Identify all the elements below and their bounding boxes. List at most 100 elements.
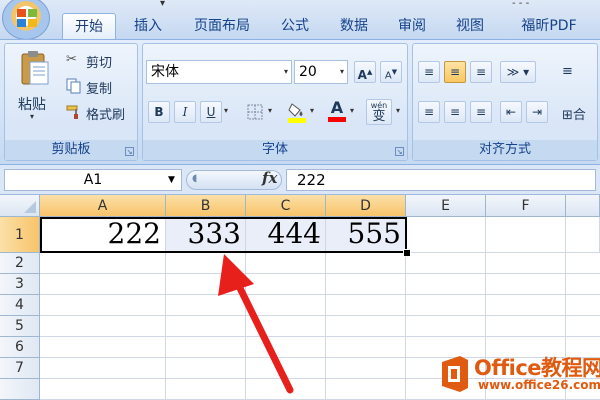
insert-function-icon[interactable]: fx: [262, 169, 277, 187]
orientation-icon: ≫ ▾: [506, 65, 530, 79]
font-color-label: A: [330, 98, 344, 117]
phonetic-char: 变: [372, 109, 386, 124]
borders-dropdown-icon[interactable]: ▾: [268, 106, 272, 115]
decrease-indent-icon: ⇤: [505, 105, 517, 119]
bold-button[interactable]: B: [148, 101, 170, 123]
cut-button[interactable]: 剪切: [86, 52, 112, 71]
chevron-down-icon: ▾: [283, 67, 288, 76]
font-color-button[interactable]: A: [326, 98, 348, 124]
column-header-f[interactable]: F: [486, 195, 566, 217]
tab-page-layout[interactable]: 页面布局: [184, 13, 260, 39]
format-painter-icon[interactable]: [66, 104, 82, 120]
cell-a1[interactable]: 222: [40, 217, 166, 253]
column-header-d[interactable]: D: [326, 195, 406, 217]
font-color-dropdown-icon[interactable]: ▾: [350, 106, 354, 115]
wrap-text-icon[interactable]: ≡: [562, 64, 573, 79]
row-header-1[interactable]: 1: [0, 217, 40, 253]
paste-button[interactable]: 粘贴: [18, 94, 46, 114]
tab-formulas[interactable]: 公式: [272, 13, 318, 39]
cell-e1[interactable]: [406, 217, 486, 253]
column-header-b[interactable]: B: [166, 195, 246, 217]
clipboard-launcher-icon[interactable]: ↘: [125, 147, 134, 156]
font-name-value: 宋体: [151, 64, 179, 80]
align-right-icon: ≡: [475, 105, 487, 119]
cell-g1[interactable]: [566, 217, 600, 253]
underline-button[interactable]: U: [200, 101, 222, 123]
fill-color-icon[interactable]: [286, 100, 308, 124]
tab-insert[interactable]: 插入: [124, 13, 172, 39]
align-middle-button[interactable]: ≡: [444, 61, 466, 83]
row-header-2[interactable]: 2: [0, 253, 40, 274]
select-all-corner[interactable]: [0, 195, 40, 217]
grow-font-button[interactable]: A▲: [354, 61, 376, 83]
tab-home[interactable]: 开始: [62, 13, 116, 39]
align-center-icon: ≡: [449, 105, 461, 119]
row-header-6[interactable]: 6: [0, 337, 40, 358]
name-box-dropdown-icon[interactable]: ▼: [168, 175, 175, 185]
merge-icon: ⊞: [562, 108, 573, 123]
grow-font-label: A: [357, 68, 367, 82]
cell-d1[interactable]: 555: [326, 217, 406, 253]
chevron-down-icon: ▾: [339, 67, 344, 76]
watermark: Office教程网 www.office26.com: [438, 348, 600, 400]
cut-icon[interactable]: ✂: [66, 52, 82, 68]
shrink-font-button[interactable]: A▼: [380, 61, 402, 83]
phonetic-dropdown-icon[interactable]: ▾: [396, 106, 400, 115]
watermark-url: www.office26.com: [478, 378, 600, 392]
name-box[interactable]: A1: [4, 169, 182, 191]
decrease-indent-button[interactable]: ⇤: [500, 101, 522, 123]
align-middle-icon: ≡: [449, 65, 461, 79]
column-header-e[interactable]: E: [406, 195, 486, 217]
align-top-icon: ≡: [423, 65, 435, 79]
align-right-button[interactable]: ≡: [470, 101, 492, 123]
font-color-swatch: [328, 117, 346, 122]
phonetic-button[interactable]: wén 变: [366, 99, 392, 125]
office-watermark-logo-icon: [442, 356, 468, 392]
underline-dropdown-icon[interactable]: ▾: [224, 106, 228, 115]
cell-f1[interactable]: [486, 217, 566, 253]
format-painter-button[interactable]: 格式刷: [86, 104, 125, 123]
row-header-8[interactable]: [0, 379, 40, 400]
formula-input[interactable]: 222: [286, 169, 596, 191]
italic-button[interactable]: I: [174, 101, 196, 123]
fill-color-dropdown-icon[interactable]: ▾: [310, 106, 314, 115]
paste-icon[interactable]: [20, 50, 50, 88]
tab-foxit-pdf[interactable]: 福昕PDF: [504, 13, 594, 39]
paste-dropdown-icon[interactable]: ▾: [30, 112, 34, 121]
increase-indent-button[interactable]: ⇥: [526, 101, 548, 123]
font-name-select[interactable]: 宋体 ▾: [146, 60, 292, 84]
align-top-button[interactable]: ≡: [418, 61, 440, 83]
align-bottom-icon: ≡: [475, 65, 487, 79]
merge-center-button[interactable]: ⊞合: [562, 104, 598, 123]
row-header-5[interactable]: 5: [0, 316, 40, 337]
orientation-button[interactable]: ≫ ▾: [500, 61, 536, 83]
borders-icon[interactable]: [244, 101, 266, 123]
align-bottom-button[interactable]: ≡: [470, 61, 492, 83]
align-left-button[interactable]: ≡: [418, 101, 440, 123]
quick-access-dropdown[interactable]: ▾: [160, 0, 174, 9]
row-header-7[interactable]: 7: [0, 358, 40, 379]
copy-icon[interactable]: [66, 78, 82, 94]
column-header-c[interactable]: C: [246, 195, 326, 217]
expand-handle-icon[interactable]: ◖: [192, 173, 197, 184]
tab-review[interactable]: 审阅: [388, 13, 436, 39]
font-group-label: 字体: [143, 140, 407, 160]
font-launcher-icon[interactable]: ↘: [395, 147, 404, 156]
column-header-a[interactable]: A: [40, 195, 166, 217]
tab-data[interactable]: 数据: [330, 13, 378, 39]
row-header-3[interactable]: 3: [0, 274, 40, 295]
font-size-select[interactable]: 20 ▾: [294, 60, 348, 84]
align-left-icon: ≡: [423, 105, 435, 119]
column-header-g[interactable]: [566, 195, 600, 217]
alignment-group-label: 对齐方式: [413, 140, 597, 160]
fill-handle[interactable]: [403, 249, 411, 257]
clipboard-group-label: 剪贴板: [5, 140, 137, 160]
formula-bar: A1 ▼ ◖ fx 222: [0, 165, 600, 195]
annotation-arrow-icon: [218, 254, 294, 394]
copy-button[interactable]: 复制: [86, 78, 112, 97]
office-logo-icon: [17, 9, 37, 27]
align-center-button[interactable]: ≡: [444, 101, 466, 123]
row-header-4[interactable]: 4: [0, 295, 40, 316]
tab-view[interactable]: 视图: [446, 13, 494, 39]
title-corner-text: - - -: [512, 0, 530, 9]
